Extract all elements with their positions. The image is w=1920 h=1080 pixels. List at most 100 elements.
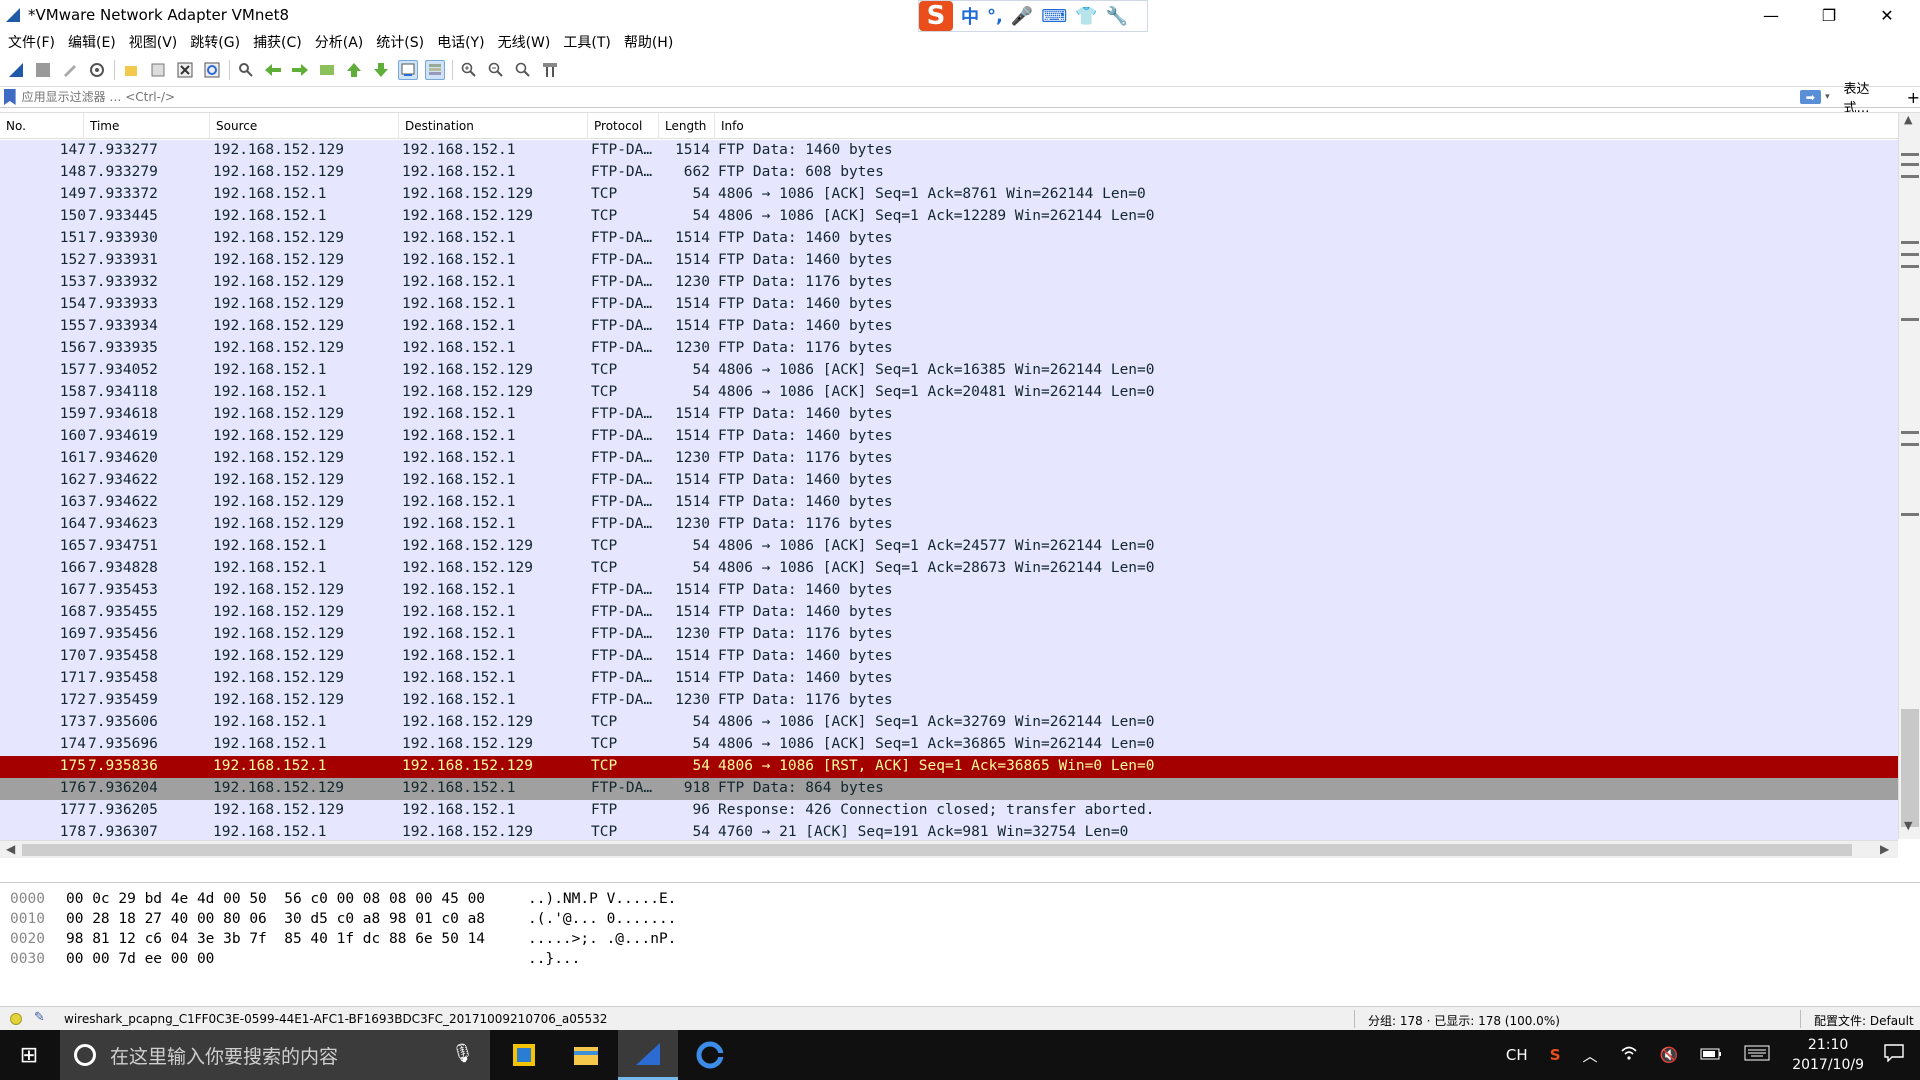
packet-row[interactable]: 161 7.934620 192.168.152.129 192.168.152.1 F… [0,448,1898,470]
packet-row[interactable]: 164 7.934623 192.168.152.129 192.168.152.1 F… [0,514,1898,536]
scroll-down-icon[interactable]: ▼ [1904,819,1912,832]
maximize-button[interactable]: ❐ [1800,0,1858,30]
cortana-icon[interactable] [74,1044,96,1066]
menu-go[interactable]: 跳转(G) [190,32,240,52]
last-packet-icon[interactable] [371,60,391,80]
packet-row[interactable]: 168 7.935455 192.168.152.129 192.168.152.1 F… [0,602,1898,624]
scrollbar-thumb[interactable] [22,844,1852,856]
zoom-normal-icon[interactable] [513,60,533,80]
resize-columns-icon[interactable] [540,60,560,80]
packet-row[interactable]: 147 7.933277 192.168.152.129 192.168.152.1 F… [0,140,1898,162]
expert-info-indicator-icon[interactable] [10,1013,22,1025]
packet-row[interactable]: 153 7.933932 192.168.152.129 192.168.152.1 F… [0,272,1898,294]
zoom-out-icon[interactable] [486,60,506,80]
tray-overflow-chevron-icon[interactable]: ︿ [1583,1045,1598,1066]
bytes-hex[interactable]: 00 0c 29 bd 4e 4d 00 50 56 c0 00 08 08 0… [66,891,485,907]
add-filter-button-icon[interactable]: + [1907,88,1920,107]
scroll-right-icon[interactable]: ▶ [1880,842,1889,856]
bytes-ascii[interactable]: ..}... [528,951,580,967]
packet-row[interactable]: 177 7.936205 192.168.152.129 192.168.152.1 F… [0,800,1898,822]
outlook-app-icon[interactable] [494,1030,554,1080]
ime-mode-toggle[interactable]: 中 [961,3,979,29]
go-back-icon[interactable] [263,60,283,80]
action-center-icon[interactable] [1884,1044,1904,1066]
packet-row[interactable]: 155 7.933934 192.168.152.129 192.168.152.1 F… [0,316,1898,338]
bookmark-icon[interactable] [4,89,16,105]
menu-analyze[interactable]: 分析(A) [315,32,364,52]
menu-telephony[interactable]: 电话(Y) [437,32,484,52]
packet-row[interactable]: 154 7.933933 192.168.152.129 192.168.152.1 F… [0,294,1898,316]
packet-row[interactable]: 150 7.933445 192.168.152.1 192.168.152.129 T… [0,206,1898,228]
packet-row[interactable]: 174 7.935696 192.168.152.1 192.168.152.129 T… [0,734,1898,756]
packet-row[interactable]: 149 7.933372 192.168.152.1 192.168.152.129 T… [0,184,1898,206]
wifi-icon[interactable] [1620,1045,1638,1065]
capture-comment-icon[interactable]: ✎ [34,1010,45,1025]
packet-row[interactable]: 157 7.934052 192.168.152.1 192.168.152.129 T… [0,360,1898,382]
save-file-icon[interactable] [148,60,168,80]
bytes-row[interactable]: 0010 00 28 18 27 40 00 80 06 30 d5 c0 a8… [0,909,1920,929]
packet-row[interactable]: 163 7.934622 192.168.152.129 192.168.152.1 F… [0,492,1898,514]
menu-view[interactable]: 视图(V) [129,32,178,52]
bytes-row[interactable]: 0000 00 0c 29 bd 4e 4d 00 50 56 c0 00 08… [0,889,1920,909]
packet-list-horizontal-scrollbar[interactable]: ◀ ▶ [0,840,1898,858]
column-header-no[interactable]: No. [0,113,84,139]
menu-statistics[interactable]: 统计(S) [376,32,424,52]
ime-toolbar[interactable]: S 中 °, 🎤 ⌨ 👕 🔧 [918,0,1148,32]
menu-edit[interactable]: 编辑(E) [68,32,116,52]
first-packet-icon[interactable] [344,60,364,80]
close-button[interactable]: ✕ [1858,0,1916,30]
packet-row[interactable]: 167 7.935453 192.168.152.129 192.168.152.1 F… [0,580,1898,602]
menu-file[interactable]: 文件(F) [8,32,55,52]
bytes-ascii[interactable]: .(.'@... 0....... [528,911,676,927]
packet-row[interactable]: 160 7.934619 192.168.152.129 192.168.152.1 F… [0,426,1898,448]
packet-row[interactable]: 172 7.935459 192.168.152.129 192.168.152.1 F… [0,690,1898,712]
touch-keyboard-icon[interactable] [1744,1045,1770,1065]
packet-row[interactable]: 165 7.934751 192.168.152.1 192.168.152.129 T… [0,536,1898,558]
taskbar-clock[interactable]: 21:10 2017/10/9 [1792,1035,1864,1075]
edge-browser-icon[interactable] [680,1030,740,1080]
bytes-ascii[interactable]: ..).NM.P V.....E. [528,891,676,907]
ime-skin-icon[interactable]: 👕 [1075,6,1097,27]
packet-row[interactable]: 158 7.934118 192.168.152.1 192.168.152.129 T… [0,382,1898,404]
packet-row[interactable]: 173 7.935606 192.168.152.1 192.168.152.129 T… [0,712,1898,734]
capture-options-icon[interactable] [87,60,107,80]
column-header-protocol[interactable]: Protocol [588,113,659,139]
filter-history-dropdown-icon[interactable]: ▾ [1825,92,1833,102]
volume-muted-icon[interactable]: 🔇 [1660,1046,1679,1064]
menu-capture[interactable]: 捕获(C) [253,32,302,52]
taskbar-search-placeholder[interactable]: 在这里输入你要搜索的内容 [110,1042,338,1069]
column-header-length[interactable]: Length [659,113,715,139]
bytes-row[interactable]: 0030 00 00 7d ee 00 00 ..}... [0,949,1920,969]
ime-tools-icon[interactable]: 🔧 [1106,6,1128,27]
display-filter-input[interactable] [21,87,1774,107]
column-header-source[interactable]: Source [210,113,399,139]
packet-row[interactable]: 170 7.935458 192.168.152.129 192.168.152.1 F… [0,646,1898,668]
menu-help[interactable]: 帮助(H) [624,32,673,52]
go-to-packet-icon[interactable] [317,60,337,80]
find-packet-icon[interactable] [236,60,256,80]
stop-capture-icon[interactable] [33,60,53,80]
open-file-icon[interactable] [121,60,141,80]
wireshark-taskbar-icon[interactable] [618,1030,678,1080]
input-language-indicator[interactable]: CH [1506,1046,1528,1064]
bytes-ascii[interactable]: .....>;. .@...nP. [528,931,676,947]
sogou-tray-icon[interactable]: S [1550,1046,1561,1064]
column-header-time[interactable]: Time [84,113,210,139]
packet-row[interactable]: 148 7.933279 192.168.152.129 192.168.152.1 F… [0,162,1898,184]
column-header-info[interactable]: Info [715,113,1900,139]
reload-file-icon[interactable] [202,60,222,80]
close-file-icon[interactable] [175,60,195,80]
scrollbar-thumb[interactable] [1901,709,1919,827]
packet-list-vertical-scrollbar[interactable]: ▲ ▼ [1898,113,1920,839]
ime-punct-icon[interactable]: °, [987,6,1003,27]
expression-button[interactable]: 表达式… [1843,78,1886,116]
microphone-icon[interactable]: 🎙 [451,1043,474,1064]
scroll-up-icon[interactable]: ▲ [1904,113,1912,126]
ime-voice-icon[interactable]: 🎤 [1011,6,1033,27]
go-forward-icon[interactable] [290,60,310,80]
battery-icon[interactable] [1700,1046,1722,1064]
apply-filter-arrow-icon[interactable]: ➡ [1799,90,1822,104]
packet-row[interactable]: 171 7.935458 192.168.152.129 192.168.152.1 F… [0,668,1898,690]
packet-row[interactable]: 169 7.935456 192.168.152.129 192.168.152.1 F… [0,624,1898,646]
column-header-destination[interactable]: Destination [399,113,588,139]
